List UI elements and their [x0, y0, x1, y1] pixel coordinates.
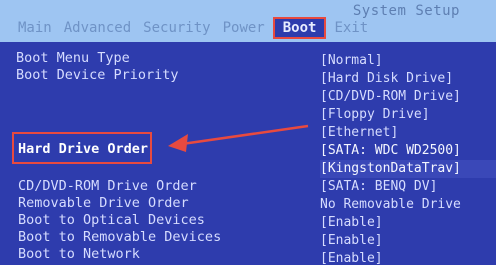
tab-main[interactable]: Main — [0, 18, 58, 38]
boot-menu-type-value[interactable]: [Normal] — [320, 52, 496, 70]
boot-priority-3-value[interactable]: [Floppy Drive] — [320, 106, 496, 124]
network-boot-value[interactable]: [Enable] — [320, 250, 496, 265]
removable-boot-value[interactable]: [Enable] — [320, 232, 496, 250]
boot-priority-2-value[interactable]: [CD/DVD-ROM Drive] — [320, 88, 496, 106]
boot-to-removable-devices-item[interactable]: Boot to Removable Devices — [18, 229, 221, 246]
values-column: [Normal] [Hard Disk Drive] [CD/DVD-ROM D… — [320, 52, 496, 265]
removable-drive-order-item[interactable]: Removable Drive Order — [18, 195, 221, 212]
optical-boot-value[interactable]: [Enable] — [320, 214, 496, 232]
boot-device-priority-item[interactable]: Boot Device Priority — [16, 67, 296, 84]
settings-list-top: Boot Menu Type Boot Device Priority — [16, 50, 296, 84]
hard-drive-2-value[interactable]: [KingstonDataTrav] — [320, 160, 496, 178]
tab-exit[interactable]: Exit — [328, 18, 374, 38]
bios-screen: System Setup Main Advanced Security Powe… — [0, 0, 496, 265]
menu-bar: System Setup Main Advanced Security Powe… — [0, 0, 496, 42]
tab-boot[interactable]: Boot — [272, 17, 327, 39]
tab-security[interactable]: Security — [137, 18, 216, 38]
boot-to-network-item[interactable]: Boot to Network — [18, 246, 221, 263]
tab-strip: Main Advanced Security Power Boot Exit — [0, 17, 374, 39]
cd-dvd-drive-value[interactable]: [SATA: BENQ DV] — [320, 178, 496, 196]
hard-drive-1-value[interactable]: [SATA: WDC WD2500] — [320, 142, 496, 160]
boot-to-optical-devices-item[interactable]: Boot to Optical Devices — [18, 212, 221, 229]
boot-priority-1-value[interactable]: [Hard Disk Drive] — [320, 70, 496, 88]
arrow-icon — [168, 124, 309, 152]
boot-priority-4-value[interactable]: [Ethernet] — [320, 124, 496, 142]
boot-menu-type-item[interactable]: Boot Menu Type — [16, 50, 296, 67]
hard-drive-order-item[interactable]: Hard Drive Order — [18, 141, 148, 158]
cd-dvd-rom-drive-order-item[interactable]: CD/DVD-ROM Drive Order — [18, 178, 221, 195]
settings-list-bottom: CD/DVD-ROM Drive Order Removable Drive O… — [18, 178, 221, 263]
removable-drive-value: No Removable Drive — [320, 197, 461, 212]
tab-advanced[interactable]: Advanced — [58, 18, 137, 38]
tab-power[interactable]: Power — [217, 18, 271, 38]
